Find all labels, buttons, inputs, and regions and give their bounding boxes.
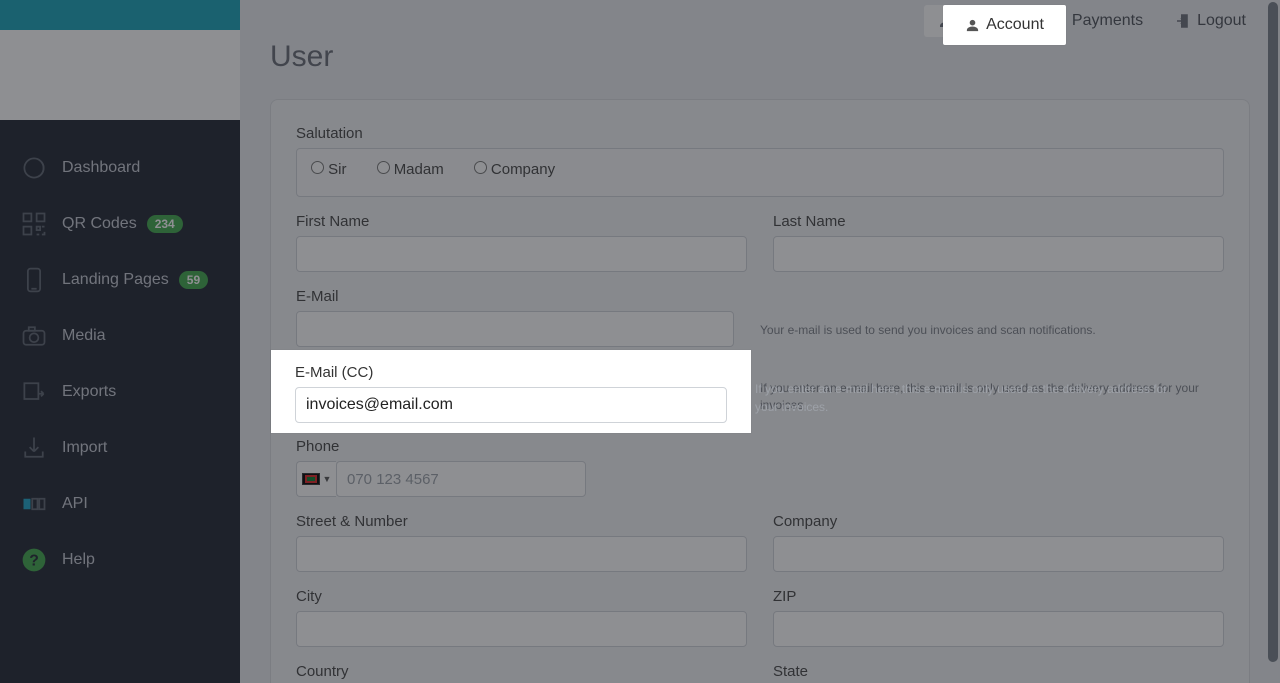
- sidebar-item-qrcodes[interactable]: QR Codes 234: [0, 196, 240, 252]
- help-icon: ?: [20, 546, 48, 574]
- salutation-company-radio[interactable]: [474, 161, 487, 174]
- emailcc-input-hl[interactable]: [295, 387, 727, 423]
- sidebar-item-exports[interactable]: Exports: [0, 364, 240, 420]
- emailcc-label-hl: E-Mail (CC): [295, 364, 727, 381]
- city-input[interactable]: [296, 611, 747, 647]
- sidebar-item-dashboard[interactable]: Dashboard: [0, 140, 240, 196]
- street-input[interactable]: [296, 536, 747, 572]
- email-input[interactable]: [296, 311, 734, 347]
- salutation-label: Salutation: [296, 125, 1224, 142]
- zip-input[interactable]: [773, 611, 1224, 647]
- sidebar-item-api[interactable]: API: [0, 476, 240, 532]
- email-hint: Your e-mail is used to send you invoices…: [760, 322, 1224, 339]
- sidebar-item-label: Import: [62, 439, 107, 457]
- topmenu-logout[interactable]: Logout: [1161, 5, 1260, 37]
- phone-country-select[interactable]: ▼: [296, 461, 336, 497]
- logout-icon: [1175, 13, 1191, 29]
- camera-icon: [20, 322, 48, 350]
- user-icon: [965, 18, 980, 33]
- flag-icon: [302, 473, 320, 485]
- import-icon: [20, 434, 48, 462]
- sidebar-item-label: API: [62, 495, 88, 513]
- sidebar-badge: 59: [179, 271, 208, 289]
- salutation-group: Sir Madam Company: [296, 148, 1224, 197]
- zip-label: ZIP: [773, 588, 1224, 605]
- sidebar-item-help[interactable]: ? Help: [0, 532, 240, 588]
- sidebar-item-label: Media: [62, 327, 106, 345]
- street-label: Street & Number: [296, 513, 747, 530]
- company-label: Company: [773, 513, 1224, 530]
- sidebar-item-label: Dashboard: [62, 159, 140, 177]
- sidebar-item-label: QR Codes: [62, 215, 137, 233]
- state-label: State: [773, 663, 1224, 680]
- salutation-sir[interactable]: Sir: [311, 161, 347, 178]
- company-input[interactable]: [773, 536, 1224, 572]
- email-label: E-Mail: [296, 288, 734, 305]
- firstname-input[interactable]: [296, 236, 747, 272]
- sidebar: Dashboard QR Codes 234 Landing Pages 59 …: [0, 120, 240, 683]
- dashboard-icon: [20, 154, 48, 182]
- sidebar-item-label: Landing Pages: [62, 271, 169, 289]
- api-icon: [20, 490, 48, 518]
- sidebar-item-label: Help: [62, 551, 95, 569]
- salutation-madam[interactable]: Madam: [377, 161, 444, 178]
- salutation-sir-radio[interactable]: [311, 161, 324, 174]
- firstname-label: First Name: [296, 213, 747, 230]
- lastname-label: Last Name: [773, 213, 1224, 230]
- sidebar-item-landingpages[interactable]: Landing Pages 59: [0, 252, 240, 308]
- phone-input[interactable]: [336, 461, 586, 497]
- svg-text:?: ?: [29, 552, 39, 569]
- sidebar-item-import[interactable]: Import: [0, 420, 240, 476]
- country-label: Country: [296, 663, 747, 680]
- highlight-emailcc: E-Mail (CC): [271, 350, 751, 433]
- salutation-company[interactable]: Company: [474, 161, 555, 178]
- sidebar-badge: 234: [147, 215, 183, 233]
- emailcc-hint: If you enter an e-mail here, this e-mail…: [760, 380, 1224, 414]
- sidebar-item-label: Exports: [62, 383, 116, 401]
- topbar-accent: [0, 0, 240, 30]
- sidebar-item-media[interactable]: Media: [0, 308, 240, 364]
- scrollbar[interactable]: [1268, 2, 1278, 662]
- salutation-madam-radio[interactable]: [377, 161, 390, 174]
- export-icon: [20, 378, 48, 406]
- phone-icon: [20, 266, 48, 294]
- qrcode-icon: [20, 210, 48, 238]
- city-label: City: [296, 588, 747, 605]
- phone-label: Phone: [296, 438, 1224, 455]
- lastname-input[interactable]: [773, 236, 1224, 272]
- page-title: User: [270, 40, 1250, 74]
- main: User Salutation Sir Madam Compan: [240, 0, 1280, 683]
- highlight-account-tab[interactable]: Account: [943, 5, 1066, 45]
- chevron-down-icon: ▼: [323, 474, 332, 484]
- topbar-logo-area: [0, 30, 240, 120]
